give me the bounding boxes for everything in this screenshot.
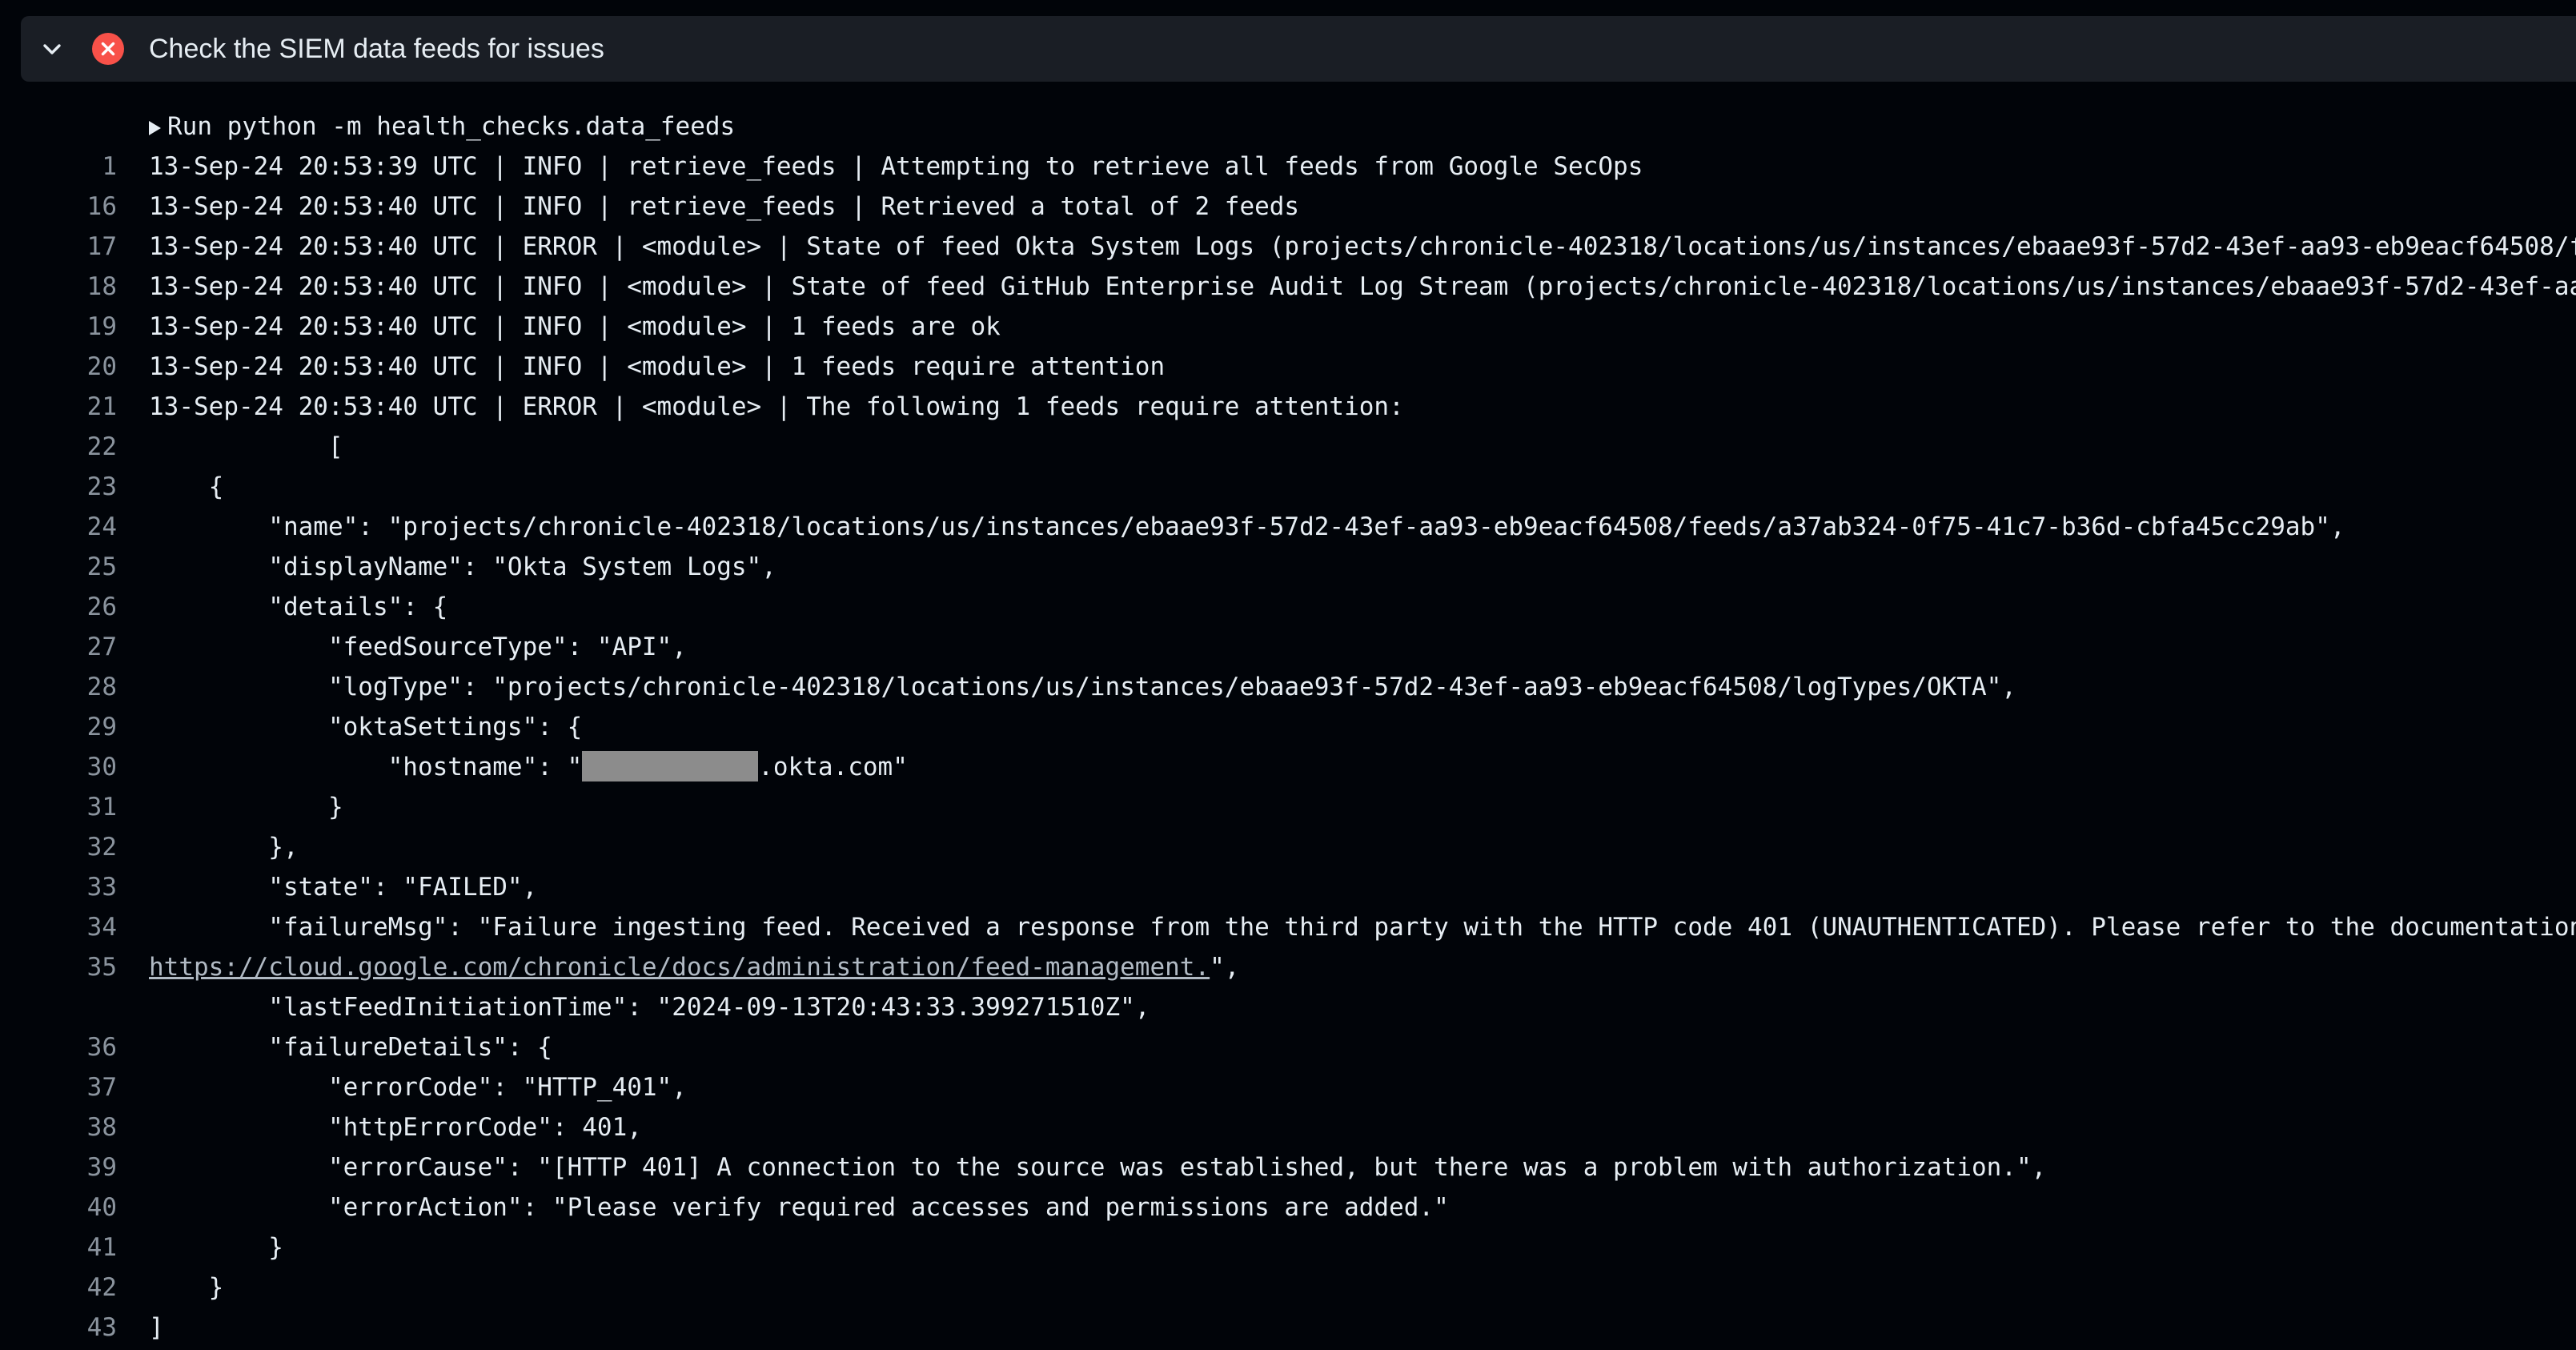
- log-line: 42 }: [0, 1227, 2576, 1302]
- log-line: 27 "details": {: [0, 587, 2576, 661]
- log-line: 37 "failureDetails": {: [0, 1027, 2576, 1102]
- log-text: "oktaSettings": {: [149, 713, 583, 741]
- log-text: 13-Sep-24 20:53:40 UTC | ERROR | <module…: [149, 392, 1404, 421]
- log-line: 41 "errorAction": "Please verify require…: [0, 1187, 2576, 1262]
- hostname-suffix: .okta.com": [758, 753, 908, 781]
- log-line: 38 "errorCode": "HTTP_401",: [0, 1067, 2576, 1142]
- log-run-row[interactable]: 1 Run python -m health_checks.data_feeds: [0, 106, 2576, 181]
- log-line: 16 13-Sep-24 20:53:39 UTC | INFO | retri…: [0, 147, 2576, 221]
- log-text: 13-Sep-24 20:53:40 UTC | ERROR | <module…: [149, 232, 2576, 261]
- log-text: "errorAction": "Please verify required a…: [149, 1193, 1449, 1222]
- log-line: 34 "state": "FAILED",: [0, 867, 2576, 942]
- log-line: 23 [: [0, 427, 2576, 501]
- link-suffix: ",: [1210, 953, 1240, 982]
- log-line: 29 "logType": "projects/chronicle-402318…: [0, 667, 2576, 741]
- log-line: 32 }: [0, 787, 2576, 862]
- log-text: "displayName": "Okta System Logs",: [149, 552, 776, 581]
- expand-triangle-icon[interactable]: [149, 121, 161, 135]
- log-text: 13-Sep-24 20:53:40 UTC | INFO | retrieve…: [149, 192, 1300, 221]
- log-text: "feedSourceType": "API",: [149, 633, 687, 661]
- hostname-prefix: "hostname": ": [149, 753, 583, 781]
- log-line: 30 "oktaSettings": {: [0, 707, 2576, 781]
- log-text: 13-Sep-24 20:53:40 UTC | INFO | <module>…: [149, 272, 2576, 301]
- log-text: "httpErrorCode": 401,: [149, 1113, 642, 1142]
- log-text: 13-Sep-24 20:53:40 UTC | INFO | <module>…: [149, 312, 1001, 341]
- log-text: "failureDetails": {: [149, 1033, 552, 1062]
- error-x-icon: [92, 33, 124, 65]
- log-text: "name": "projects/chronicle-402318/locat…: [149, 512, 2345, 541]
- log-line-wrap: https://cloud.google.com/chronicle/docs/…: [0, 947, 2576, 987]
- log-text: 13-Sep-24 20:53:40 UTC | INFO | <module>…: [149, 352, 1166, 381]
- log-line: 20 13-Sep-24 20:53:40 UTC | INFO | <modu…: [0, 307, 2576, 381]
- log-text: "errorCode": "HTTP_401",: [149, 1073, 687, 1102]
- run-command: Run python -m health_checks.data_feeds: [167, 112, 736, 141]
- step-header[interactable]: Check the SIEM data feeds for issues: [21, 16, 2576, 82]
- log-line: 24 {: [0, 467, 2576, 541]
- redaction-block: [582, 751, 759, 781]
- log-line: 25 "name": "projects/chronicle-402318/lo…: [0, 507, 2576, 581]
- log-text: "failureMsg": "Failure ingesting feed. R…: [149, 913, 2576, 942]
- log-text: "details": {: [149, 593, 448, 621]
- log-line: 35 "failureMsg": "Failure ingesting feed…: [0, 907, 2576, 982]
- log-output: 1 Run python -m health_checks.data_feeds…: [0, 106, 2576, 1350]
- log-text: [: [149, 432, 343, 461]
- log-text: "logType": "projects/chronicle-402318/lo…: [149, 673, 2016, 701]
- log-line: 40 "errorCause": "[HTTP 401] A connectio…: [0, 1147, 2576, 1222]
- log-text: }: [149, 793, 343, 822]
- log-line: 18 13-Sep-24 20:53:40 UTC | ERROR | <mod…: [0, 227, 2576, 301]
- log-text: },: [149, 833, 299, 862]
- log-line: 28 "feedSourceType": "API",: [0, 627, 2576, 701]
- log-line: 22 13-Sep-24 20:53:40 UTC | ERROR | <mod…: [0, 387, 2576, 461]
- log-line: 21 13-Sep-24 20:53:40 UTC | INFO | <modu…: [0, 347, 2576, 421]
- chevron-down-icon[interactable]: [38, 36, 66, 63]
- log-line: 26 "displayName": "Okta System Logs",: [0, 547, 2576, 621]
- log-line-hostname: 31 "hostname": " .okta.com": [0, 747, 2576, 822]
- log-text: "lastFeedInitiationTime": "2024-09-13T20…: [149, 993, 1150, 1022]
- log-line: 44 ]: [0, 1308, 2576, 1348]
- log-text: "state": "FAILED",: [149, 873, 538, 902]
- log-text: 13-Sep-24 20:53:39 UTC | INFO | retrieve…: [149, 152, 1643, 181]
- log-line: 19 13-Sep-24 20:53:40 UTC | INFO | <modu…: [0, 267, 2576, 341]
- log-text: }: [149, 1233, 283, 1262]
- log-line: 43 }: [0, 1268, 2576, 1342]
- documentation-link[interactable]: https://cloud.google.com/chronicle/docs/…: [149, 953, 1210, 982]
- log-line: 36 "lastFeedInitiationTime": "2024-09-13…: [0, 987, 2576, 1062]
- log-text: }: [149, 1273, 224, 1302]
- log-text: {: [149, 472, 224, 501]
- log-text: "errorCause": "[HTTP 401] A connection t…: [149, 1153, 2047, 1182]
- log-line: 39 "httpErrorCode": 401,: [0, 1107, 2576, 1182]
- log-text: ]: [149, 1313, 164, 1342]
- step-title: Check the SIEM data feeds for issues: [149, 34, 604, 64]
- log-line: 33 },: [0, 827, 2576, 902]
- log-line: 17 13-Sep-24 20:53:40 UTC | INFO | retri…: [0, 187, 2576, 261]
